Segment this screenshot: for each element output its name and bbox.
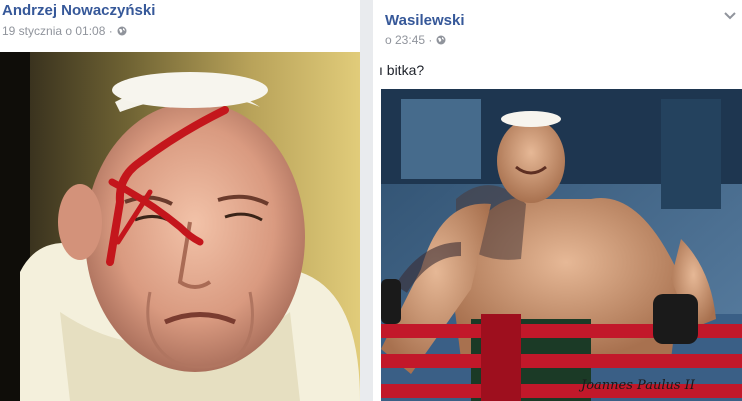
post-timestamp-row: 19 stycznia o 01:08 ·	[2, 24, 127, 38]
feed-divider	[360, 0, 373, 401]
post-photo-image	[0, 52, 360, 401]
post-timestamp-row: o 23:45 ·	[385, 33, 446, 47]
post-right: Wasilewski o 23:45 · ı bitka? Joannes Pa…	[373, 0, 742, 401]
post-photo[interactable]: Joannes Paulus II	[381, 89, 742, 401]
post-timestamp[interactable]: o 23:45 ·	[385, 33, 432, 47]
post-left: Andrzej Nowaczyński 19 stycznia o 01:08 …	[0, 0, 360, 401]
post-photo-image: Joannes Paulus II	[381, 89, 742, 401]
globe-icon	[117, 26, 127, 36]
post-text: ı bitka?	[379, 62, 425, 78]
globe-icon	[436, 35, 446, 45]
post-timestamp[interactable]: 19 stycznia o 01:08 ·	[2, 24, 113, 38]
post-author-name[interactable]: Wasilewski	[385, 12, 464, 29]
photo-signature: Joannes Paulus II	[578, 378, 696, 393]
post-author-name[interactable]: Andrzej Nowaczyński	[2, 2, 155, 19]
chevron-down-icon[interactable]	[724, 12, 736, 20]
post-photo[interactable]	[0, 52, 360, 401]
